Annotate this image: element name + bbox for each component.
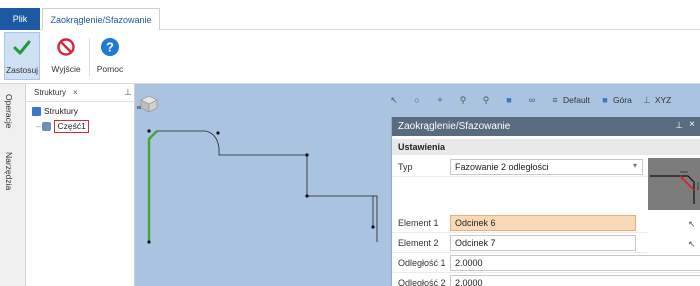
chevron-down-icon: ▾ [632,161,637,170]
tab-fillet-chamfer[interactable]: Zaokrąglenie/Sfazowanie [42,8,160,31]
element2-field[interactable]: Odcinek 7 [450,235,636,251]
help-button[interactable]: ? Pomoc [92,32,128,80]
zoom-window-tool[interactable]: ⚲ [481,95,494,105]
default-view-label: Default [563,95,590,105]
orbit-tool[interactable]: ○ [412,95,425,105]
cube-tool[interactable]: ■ [504,95,517,105]
tab-file[interactable]: Plik [0,8,40,30]
distance1-field[interactable]: 2.0000 [450,255,700,271]
panel-title-bar: Zaokrąglenie/Sfazowanie ⊥ × [392,117,700,136]
tree-item-part[interactable]: – Część1 [36,120,89,133]
tree-item-structures[interactable]: Struktury [32,106,78,116]
xyz-label: XYZ [654,95,672,105]
distance2-row: Odległość 2 2.0000 [392,273,700,286]
element1-value: Odcinek 6 [455,218,496,228]
xyz-button[interactable]: ⊥ XYZ [642,94,672,106]
top-view-icon: ■ [602,95,608,105]
part-icon [42,122,52,131]
fillet-chamfer-panel: Zaokrąglenie/Sfazowanie ⊥ × Ustawienia T… [391,117,700,286]
view-cube-icon[interactable] [137,95,158,113]
structure-panel: Struktury × ⊥ Struktury – Część1 [26,84,135,286]
axes-icon: ⊥ [642,94,651,105]
pick-element1-icon[interactable]: ↖ [688,219,696,230]
structure-pin-icon[interactable]: ⊥ [124,87,132,98]
type-label: Typ [398,162,413,172]
pan-tool[interactable]: + [435,95,448,105]
ribbon-separator [89,38,90,76]
exit-label: Wyjście [51,64,81,74]
distance1-row: Odległość 1 2.0000 [392,253,700,273]
structure-close-icon[interactable]: × [73,88,78,97]
profile-segment-right[interactable] [373,195,378,242]
side-tab-strip: Operacje Narzędzia [0,84,26,286]
layers-icon: ≡ [552,95,558,105]
element1-field[interactable]: Odcinek 6 [450,215,636,231]
distance2-field[interactable]: 2.0000 [450,275,700,286]
zoom-icon: ⚲ [459,94,467,105]
top-view-button[interactable]: ■ Góra [600,95,632,105]
distance2-label: Odległość 2 [398,278,446,286]
part-label: Część1 [54,120,89,133]
top-view-label: Góra [612,95,632,105]
profile-points [147,129,375,244]
ribbon-toolbar: Zastosuj Wyjście ? Pomoc [0,30,700,84]
type-select[interactable]: Fazowanie 2 odległości ▾ [450,159,643,175]
element1-label: Element 1 [398,218,439,228]
panel-close-icon[interactable]: × [689,119,695,130]
help-label: Pomoc [96,64,124,74]
apply-label: Zastosuj [5,65,39,75]
panel-title: Zaokrąglenie/Sfazowanie [398,121,511,132]
element2-row: Element 2 Odcinek 7 [392,233,648,253]
tree-item-label: Struktury [44,106,79,116]
element2-value: Odcinek 7 [455,238,496,248]
visibility-icon: ∞ [528,95,536,105]
help-icon: ? [99,36,121,58]
chamfer-preview-image [648,158,700,210]
cursor-tool[interactable]: ↖ [389,95,402,105]
checkmark-icon [11,37,33,59]
structure-panel-header: Struktury × ⊥ [26,84,135,102]
structure-tab[interactable]: Struktury [34,88,66,97]
distance1-value: 2.0000 [455,258,483,268]
selected-profile-segment[interactable] [147,130,158,242]
type-value: Fazowanie 2 odległości [455,162,549,172]
structure-tree-icon [32,106,41,116]
pick-element2-icon[interactable]: ↖ [688,239,696,250]
apply-button[interactable]: Zastosuj [4,32,40,80]
cube-icon: ■ [506,95,512,105]
settings-section-header[interactable]: Ustawienia [392,139,700,155]
side-tab-operations[interactable]: Operacje [4,94,14,129]
element2-label: Element 2 [398,238,439,248]
orbit-icon: ○ [414,95,420,105]
distance2-value: 2.0000 [455,278,483,286]
profile-segment[interactable] [157,130,374,227]
cancel-icon [55,36,77,58]
view-toolbar: ↖ ○ + ⚲ ⚲ ■ ∞ ≡ Default ■ Góra ⊥ XYZ [389,90,694,110]
pan-icon: + [437,95,443,105]
svg-text:?: ? [106,40,114,55]
default-view-button[interactable]: ≡ Default [550,95,590,105]
distance1-label: Odległość 1 [398,258,446,268]
panel-pin-icon[interactable]: ⊥ [675,120,683,131]
zoom-window-icon: ⚲ [482,94,490,105]
side-tab-tools[interactable]: Narzędzia [4,152,14,190]
visibility-tool[interactable]: ∞ [527,95,540,105]
zoom-tool[interactable]: ⚲ [458,95,471,105]
tree-branch-icon: – [36,122,41,131]
cursor-icon: ↖ [390,94,398,105]
exit-button[interactable]: Wyjście [46,32,86,80]
element1-row: Element 1 Odcinek 6 [392,213,648,233]
ribbon-tab-bar: Plik Zaokrąglenie/Sfazowanie [0,0,700,31]
